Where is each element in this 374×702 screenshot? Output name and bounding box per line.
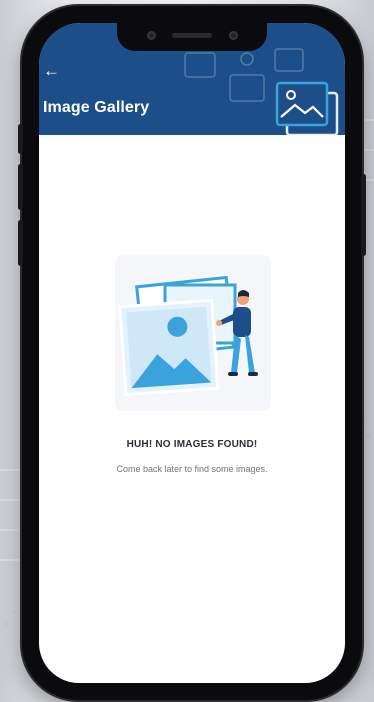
- volume-down-button: [18, 164, 23, 210]
- no-images-illustration: [115, 255, 271, 411]
- back-arrow-icon: ←: [43, 61, 60, 80]
- speaker-grille: [172, 33, 212, 38]
- mute-switch: [18, 220, 23, 266]
- sensor-icon: [147, 31, 156, 40]
- app-header: ← Image Gallery: [39, 23, 345, 135]
- front-camera-icon: [229, 31, 238, 40]
- power-button: [361, 174, 366, 256]
- gallery-photos-icon: [275, 81, 339, 135]
- empty-state-subtitle: Come back later to find some images.: [116, 464, 268, 474]
- phone-frame: ← Image Gallery HUH! NO IMAGES FOUND! Co…: [18, 6, 366, 700]
- app-screen: ← Image Gallery HUH! NO IMAGES FOUND! Co…: [39, 23, 345, 683]
- page-title: Image Gallery: [43, 99, 150, 116]
- empty-state-title: HUH! NO IMAGES FOUND!: [126, 439, 258, 450]
- phone-notch: [117, 23, 267, 51]
- volume-up-button: [18, 124, 23, 154]
- back-button[interactable]: ←: [43, 61, 69, 81]
